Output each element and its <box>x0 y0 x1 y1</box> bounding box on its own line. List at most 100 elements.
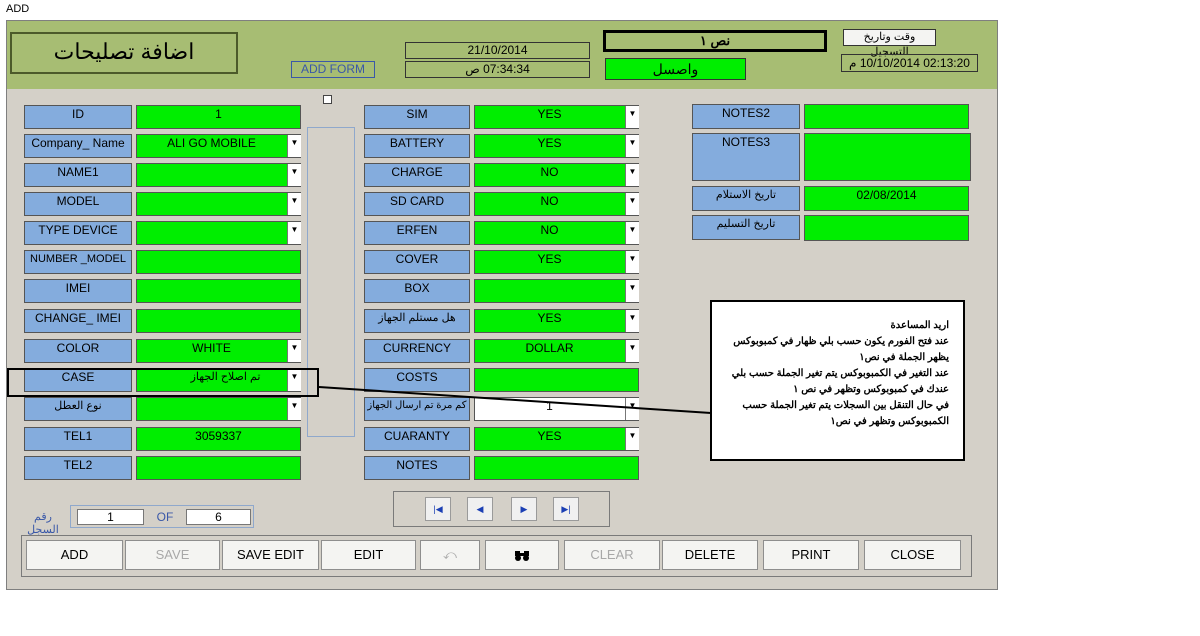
fault-type-label: نوع العطل <box>24 397 132 421</box>
chevron-down-icon[interactable]: ▼ <box>625 280 639 302</box>
currency-label: CURRENCY <box>364 339 470 363</box>
help-note: اريد المساعدة عند فتح الفورم يكون حسب بل… <box>710 300 965 461</box>
notes-field[interactable] <box>474 456 639 480</box>
cover-combo[interactable]: YES <box>474 250 639 274</box>
small-checkbox-icon[interactable] <box>323 95 332 104</box>
tel2-field[interactable] <box>136 456 301 480</box>
sd-card-combo[interactable]: NO <box>474 192 639 216</box>
chevron-down-icon[interactable]: ▼ <box>625 428 639 450</box>
help-note-line: عند فتح الفورم يكون حسب بلي ظهار في كمبو… <box>733 336 949 347</box>
chevron-down-icon[interactable]: ▼ <box>625 222 639 244</box>
chevron-down-icon[interactable]: ▼ <box>625 398 639 420</box>
chevron-down-icon[interactable]: ▼ <box>625 164 639 186</box>
box-label: BOX <box>364 279 470 303</box>
costs-field[interactable] <box>474 368 639 392</box>
undo-button[interactable]: ⤺ <box>420 540 480 570</box>
chevron-down-icon[interactable]: ▼ <box>287 135 301 157</box>
case-highlight-box <box>7 368 319 397</box>
record-datetime: 02:13:20 10/10/2014 م <box>841 54 978 72</box>
model-combo[interactable] <box>136 192 301 216</box>
chevron-down-icon[interactable]: ▼ <box>287 164 301 186</box>
help-note-line: عند التغير في الكمبوبوكس يتم تغير الجملة… <box>731 368 949 379</box>
imei-field[interactable] <box>136 279 301 303</box>
chevron-down-icon[interactable]: ▼ <box>625 135 639 157</box>
name1-combo[interactable] <box>136 163 301 187</box>
first-record-icon[interactable]: |◀ <box>425 497 451 521</box>
chevron-down-icon[interactable]: ▼ <box>287 340 301 362</box>
model-label: MODEL <box>24 192 132 216</box>
find-button[interactable] <box>485 540 559 570</box>
notes2-field[interactable] <box>804 104 969 129</box>
print-button[interactable]: PRINT <box>763 540 859 570</box>
fault-type-combo[interactable] <box>136 397 301 421</box>
delete-button[interactable]: DELETE <box>662 540 758 570</box>
chevron-down-icon[interactable]: ▼ <box>625 106 639 128</box>
save-button[interactable]: SAVE <box>125 540 220 570</box>
tel2-label: TEL2 <box>24 456 132 480</box>
receive-date-field[interactable]: 02/08/2014 <box>804 186 969 211</box>
number-model-label: NUMBER _MODEL <box>24 250 132 274</box>
help-note-line: اريد المساعدة <box>890 320 949 331</box>
chevron-down-icon[interactable]: ▼ <box>625 251 639 273</box>
charge-combo[interactable]: NO <box>474 163 639 187</box>
receive-date-label: تاريخ الاستلام <box>692 186 800 211</box>
next-record-icon[interactable]: ▶ <box>511 497 537 521</box>
help-note-line: في حال التنقل بين السجلات يتم تغير الجمل… <box>742 400 949 411</box>
notes3-field[interactable] <box>804 133 971 181</box>
notes2-label: NOTES2 <box>692 104 800 129</box>
color-combo[interactable]: WHITE <box>136 339 301 363</box>
delivery-date-field[interactable] <box>804 215 969 241</box>
chevron-down-icon[interactable]: ▼ <box>625 193 639 215</box>
id-field[interactable]: 1 <box>136 105 301 129</box>
costs-label: COSTS <box>364 368 470 392</box>
chevron-down-icon[interactable]: ▼ <box>625 310 639 332</box>
color-label: COLOR <box>24 339 132 363</box>
delivery-date-label: تاريخ التسليم <box>692 215 800 240</box>
clear-button[interactable]: CLEAR <box>564 540 660 570</box>
sim-label: SIM <box>364 105 470 129</box>
current-record-field[interactable]: 1 <box>77 509 144 525</box>
battery-combo[interactable]: YES <box>474 134 639 158</box>
add-button[interactable]: ADD <box>26 540 123 570</box>
box-combo[interactable] <box>474 279 639 303</box>
currency-combo[interactable]: DOLLAR <box>474 339 639 363</box>
window-title: ADD <box>0 0 1200 20</box>
type-device-combo[interactable] <box>136 221 301 245</box>
form-title: اضافة تصليحات <box>10 32 238 74</box>
sim-combo[interactable]: YES <box>474 105 639 129</box>
number-model-field[interactable] <box>136 250 301 274</box>
previous-record-icon[interactable]: ◀ <box>467 497 493 521</box>
save-edit-button[interactable]: SAVE EDIT <box>222 540 319 570</box>
record-datetime-label: وقت وتاريخ التسجيل <box>843 29 936 58</box>
cuaranty-combo[interactable]: YES <box>474 427 639 451</box>
close-button[interactable]: CLOSE <box>864 540 961 570</box>
device-received-combo[interactable]: YES <box>474 309 639 333</box>
chevron-down-icon[interactable]: ▼ <box>625 340 639 362</box>
edit-button[interactable]: EDIT <box>321 540 416 570</box>
help-note-line: الكمبوبوكس وتظهر في نص١ <box>830 416 949 427</box>
tel1-field[interactable]: 3059337 <box>136 427 301 451</box>
help-note-line: يظهر الجملة في نص١ <box>859 352 949 363</box>
cover-label: COVER <box>364 250 470 274</box>
current-date: 21/10/2014 <box>405 42 590 59</box>
last-record-icon[interactable]: ▶| <box>553 497 579 521</box>
charge-label: CHARGE <box>364 163 470 187</box>
notes3-label: NOTES3 <box>692 133 800 181</box>
company-name-label: Company_ Name <box>24 134 132 158</box>
notes-label: NOTES <box>364 456 470 480</box>
form-label: ADD FORM <box>291 61 375 78</box>
times-sent-combo[interactable]: 1 <box>474 397 639 421</box>
chevron-down-icon[interactable]: ▼ <box>287 398 301 420</box>
help-note-line: عندك في كمبوبوكس وتظهر في نص ١ <box>793 384 949 395</box>
change-imei-field[interactable] <box>136 309 301 333</box>
chevron-down-icon[interactable]: ▼ <box>287 222 301 244</box>
type-device-label: TYPE DEVICE <box>24 221 132 245</box>
binoculars-icon <box>515 550 529 561</box>
erfen-combo[interactable]: NO <box>474 221 639 245</box>
device-received-label: هل مستلم الجهاز <box>364 309 470 333</box>
company-name-combo[interactable]: ALI GO MOBILE <box>136 134 301 158</box>
id-label: ID <box>24 105 132 129</box>
times-sent-label: كم مرة تم ارسال الجهاز <box>364 397 470 421</box>
chevron-down-icon[interactable]: ▼ <box>287 193 301 215</box>
tel1-label: TEL1 <box>24 427 132 451</box>
